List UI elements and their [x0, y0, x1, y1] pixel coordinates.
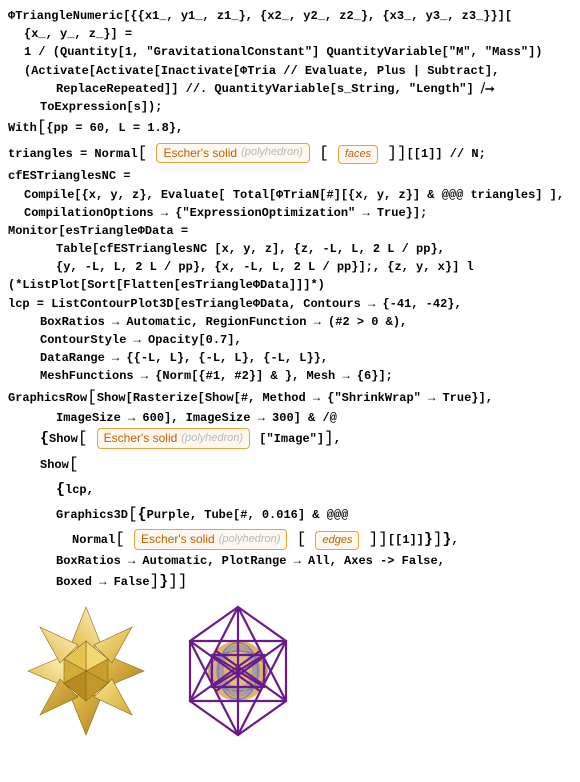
code-line: Normal[ Escher's solid (polyhedron) [ ed…	[72, 529, 572, 551]
code-line: lcp = ListContourPlot3D[esTriangleΦData,…	[8, 296, 572, 312]
code-line: DataRange → {{-L, L}, {-L, L}, {-L, L}},	[40, 350, 572, 366]
code-line: ImageSize → 600], ImageSize → 300] & /@	[56, 410, 572, 426]
entity-pill-eschers-solid[interactable]: Escher's solid (polyhedron)	[134, 529, 287, 549]
code-line: 1 / (Quantity[1, "GravitationalConstant"…	[24, 44, 572, 60]
code-line: CompilationOptions → {"ExpressionOptimiz…	[24, 205, 572, 221]
code-line: ReplaceRepeated]] //. QuantityVariable[s…	[56, 81, 572, 97]
code-line: Graphics3D[{Purple, Tube[#, 0.016] & @@@	[56, 504, 572, 526]
code-line: {lcp,	[56, 480, 572, 500]
code-line: ContourStyle → Opacity[0.7],	[40, 332, 572, 348]
code-line: BoxRatios → Automatic, RegionFunction → …	[40, 314, 572, 330]
wireframe-contour-image	[168, 601, 308, 741]
code-line: Compile[{x, y, z}, Evaluate[ Total[ΦTria…	[24, 187, 572, 203]
code-line: With[{pp = 60, L = 1.8},	[8, 117, 572, 139]
code-line: triangles = Normal[ Escher's solid (poly…	[8, 143, 572, 165]
code-line: GraphicsRow[Show[Rasterize[Show[#, Metho…	[8, 387, 572, 409]
property-pill-faces[interactable]: faces	[338, 145, 378, 164]
code-line: Table[cfESTrianglesNC [x, y, z], {z, -L,…	[56, 241, 572, 257]
code-line: (*ListPlot[Sort[Flatten[esTriangleΦData]…	[8, 277, 572, 293]
entity-pill-eschers-solid[interactable]: Escher's solid (polyhedron)	[156, 143, 309, 163]
code-line: {Show[ Escher's solid (polyhedron) ["Ima…	[40, 428, 572, 450]
code-line: Boxed → False]}]]	[56, 571, 572, 593]
code-line: (Activate[Activate[Inactivate[ΦTria // E…	[24, 63, 572, 79]
code-line: MeshFunctions → {Norm[{#1, #2}] & }, Mes…	[40, 368, 572, 384]
code-line: cfESTrianglesNC =	[8, 168, 572, 184]
graphics-row	[16, 601, 572, 741]
code-line: Show[	[40, 454, 572, 476]
code-line: BoxRatios → Automatic, PlotRange → All, …	[56, 553, 572, 569]
code-line: ToExpression[s]);	[40, 99, 572, 115]
entity-pill-eschers-solid[interactable]: Escher's solid (polyhedron)	[97, 428, 250, 448]
code-line: {x_, y_, z_}] =	[24, 26, 572, 42]
code-line: {y, -L, L, 2 L / pp}, {x, -L, L, 2 L / p…	[56, 259, 572, 275]
code-line: ΦTriangleNumeric[{{x1_, y1_, z1_}, {x2_,…	[8, 8, 572, 24]
code-line: Monitor[esTriangleΦData =	[8, 223, 572, 239]
property-pill-edges[interactable]: edges	[315, 531, 359, 550]
eschers-solid-image	[16, 601, 156, 741]
